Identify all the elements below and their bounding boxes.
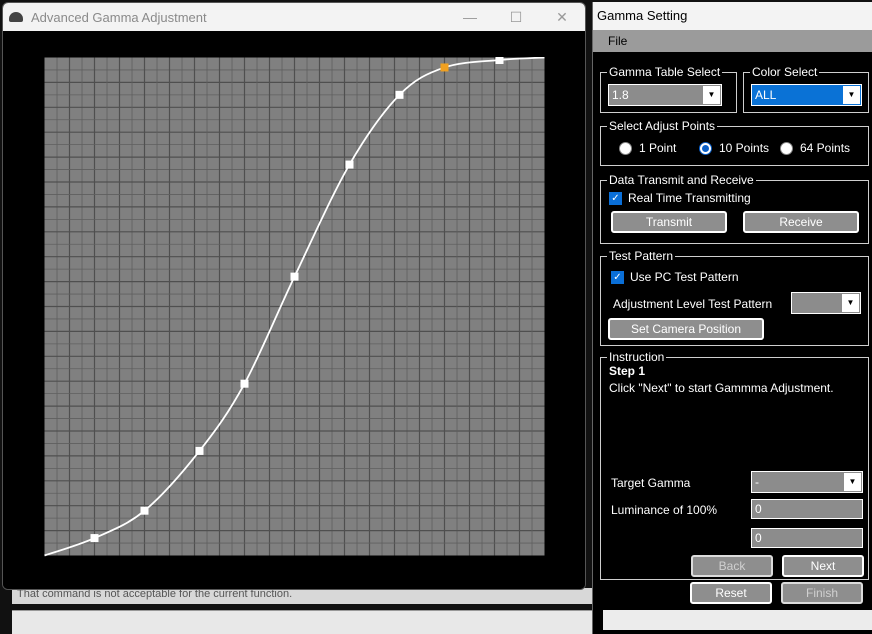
radio-64-points-label: 64 Points [800,141,851,155]
radio-10-points-label: 10 Points [719,141,770,155]
control-point-selected[interactable] [440,63,449,72]
gamma-curve-chart[interactable] [44,57,545,557]
color-select-label: Color Select [750,65,820,79]
desktop: That command is not acceptable for the c… [0,0,872,634]
use-pc-pattern-label: Use PC Test Pattern [630,270,739,284]
transmit-button[interactable]: Transmit [611,211,727,233]
maximize-button[interactable]: ☐ [493,3,539,31]
chevron-down-icon: ▼ [843,86,860,104]
radio-1-point-label: 1 Point [639,141,677,155]
gamma-table-value: 1.8 [612,88,629,102]
background-status-message: That command is not acceptable for the c… [12,588,594,604]
control-point[interactable] [90,534,99,543]
adjustment-level-select[interactable]: ▼ [791,292,861,314]
set-camera-position-button[interactable]: Set Camera Position [608,318,764,340]
finish-button[interactable]: Finish [781,582,863,604]
color-select[interactable]: ALL ▼ [751,84,862,106]
gamma-setting-window: Gamma Setting File Gamma Table Select 1.… [592,2,872,634]
check-icon: ✓ [611,270,624,284]
radio-64-points[interactable]: 64 Points [780,141,850,155]
reset-button[interactable]: Reset [690,582,772,604]
status-bar [603,610,872,630]
advanced-gamma-title-bar[interactable]: Advanced Gamma Adjustment — ☐ ✕ [3,3,585,31]
chevron-down-icon: ▼ [842,294,859,312]
minimize-button[interactable]: — [447,3,493,31]
radio-selected-icon [699,141,712,155]
gamma-table-select[interactable]: 1.8 ▼ [608,84,722,106]
data-transmit-label: Data Transmit and Receive [607,173,756,187]
background-bar [12,610,594,634]
adjust-points-label: Select Adjust Points [607,119,718,133]
receive-button[interactable]: Receive [743,211,859,233]
radio-icon [619,141,632,155]
next-button[interactable]: Next [782,555,864,577]
radio-10-points[interactable]: 10 Points [699,141,769,155]
control-point[interactable] [140,506,149,515]
test-pattern-label: Test Pattern [607,249,676,263]
advanced-gamma-title: Advanced Gamma Adjustment [31,9,207,25]
control-point[interactable] [195,446,204,455]
color-select-group: Color Select ALL ▼ [743,65,869,113]
plot-area [3,31,585,589]
advanced-gamma-window: Advanced Gamma Adjustment — ☐ ✕ [2,2,586,590]
target-gamma-label: Target Gamma [611,476,691,490]
menu-bar: File [593,30,872,52]
app-icon [9,12,23,22]
test-pattern-group: Test Pattern ✓ Use PC Test Pattern Adjus… [600,249,869,346]
check-icon: ✓ [609,191,622,205]
control-point[interactable] [240,379,249,388]
adjust-points-group: Select Adjust Points 1 Point 10 Points 6… [600,119,869,166]
luminance-input[interactable]: 0 [751,499,863,519]
use-pc-pattern-checkbox[interactable]: ✓ Use PC Test Pattern [611,270,739,284]
realtime-label: Real Time Transmitting [628,191,751,205]
target-gamma-value: - [755,475,759,489]
back-button[interactable]: Back [691,555,773,577]
radio-icon [780,141,793,155]
color-select-value: ALL [755,88,777,102]
instruction-step: Step 1 [609,364,646,378]
data-transmit-group: Data Transmit and Receive ✓ Real Time Tr… [600,173,869,244]
instruction-label: Instruction [607,350,667,364]
target-gamma-select[interactable]: - ▼ [751,471,863,493]
gamma-table-group: Gamma Table Select 1.8 ▼ [600,65,737,113]
close-button[interactable]: ✕ [539,3,585,31]
adjustment-level-label: Adjustment Level Test Pattern [613,297,773,311]
instruction-group: Instruction Step 1 Click "Next" to start… [600,350,869,580]
gamma-setting-title[interactable]: Gamma Setting [593,2,872,30]
control-point[interactable] [395,90,404,99]
chevron-down-icon: ▼ [844,473,861,491]
gamma-table-label: Gamma Table Select [607,65,723,79]
control-point[interactable] [290,272,299,281]
chevron-down-icon: ▼ [703,86,720,104]
control-point[interactable] [495,57,504,64]
instruction-text: Click "Next" to start Gammma Adjustment. [609,381,834,395]
radio-1-point[interactable]: 1 Point [619,141,676,155]
control-point[interactable] [345,160,354,169]
gamma-setting-body: Gamma Table Select 1.8 ▼ Color Select AL… [593,52,872,612]
second-value-input[interactable]: 0 [751,528,863,548]
luminance-label: Luminance of 100% [611,503,718,517]
menu-file[interactable]: File [608,34,627,48]
realtime-checkbox[interactable]: ✓ Real Time Transmitting [609,191,751,205]
